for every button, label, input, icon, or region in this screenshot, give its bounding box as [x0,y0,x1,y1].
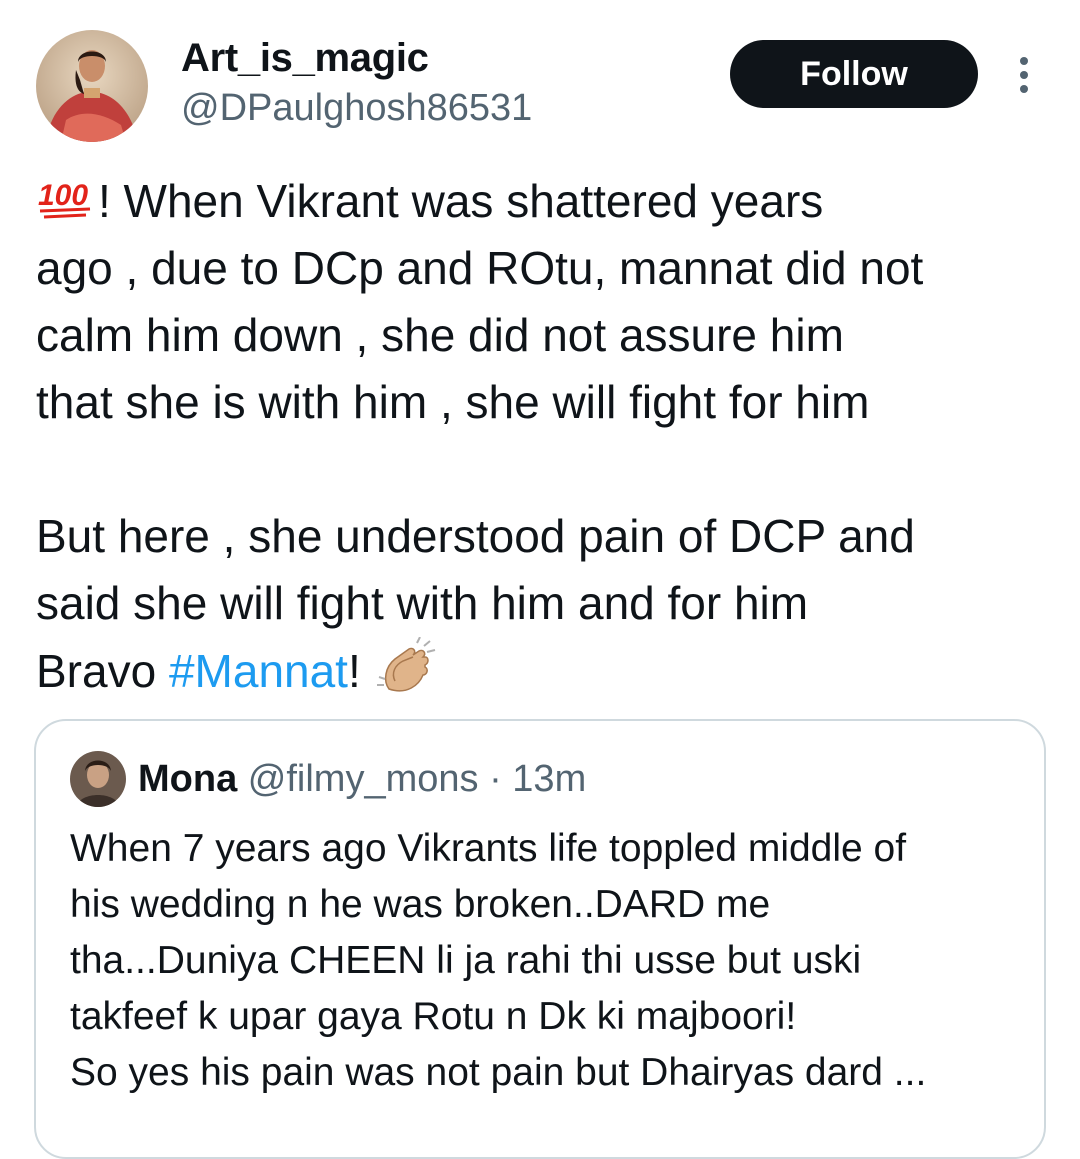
tweet-line: calm him down , she did not assure him [36,309,844,361]
quoted-line: When 7 years ago Vikrants life toppled m… [70,827,907,870]
hundred-points-emoji-icon: 100 [36,171,96,221]
hashtag-link[interactable]: #Mannat [169,645,348,697]
tweet-text: 100 ! When Vikrant was shattered years ag… [36,168,1066,705]
quoted-line: tha...Duniya CHEEN li ja rahi thi usse b… [70,939,862,982]
quoted-line: takfeef k upar gaya Rotu n Dk ki majboor… [70,995,797,1038]
quoted-header: Mona @filmy_mons · 13m [138,755,586,803]
quoted-timestamp[interactable]: 13m [512,758,586,800]
quoted-author-avatar[interactable] [70,751,126,807]
author-handle[interactable]: @DPaulghosh86531 [181,84,532,132]
follow-button[interactable]: Follow [730,40,978,108]
tweet-line: Bravo #Mannat! [36,636,1066,705]
quoted-tweet-card[interactable]: Mona @filmy_mons · 13m When 7 years ago … [34,719,1046,1159]
tweet-line: that she is with him , she will fight fo… [36,376,870,428]
author-avatar[interactable] [36,30,148,142]
more-options-icon[interactable] [1010,55,1038,95]
hundred-emoji-text: 100 [38,179,88,212]
tweet-line: 100 ! When Vikrant was shattered years [36,168,1066,235]
tweet-line-text: ! When Vikrant was shattered years [98,175,824,227]
tweet-line: But here , she understood pain of DCP an… [36,510,915,562]
quoted-display-name[interactable]: Mona [138,758,237,800]
tweet-line-text: Bravo [36,645,169,697]
tweet-line-text: ! [347,645,361,697]
clapping-hands-emoji-icon [375,636,437,699]
quoted-line: So yes his pain was not pain but Dhairya… [70,1051,927,1094]
quoted-line: his wedding n he was broken..DARD me [70,883,771,926]
author-display-name[interactable]: Art_is_magic [181,34,429,82]
tweet-line: said she will fight with him and for him [36,577,809,629]
quoted-tweet-text: When 7 years ago Vikrants life toppled m… [70,821,1030,1101]
quoted-handle[interactable]: @filmy_mons [248,758,479,800]
tweet-line: ago , due to DCp and ROtu, mannat did no… [36,242,924,294]
separator-dot: · [489,758,502,800]
